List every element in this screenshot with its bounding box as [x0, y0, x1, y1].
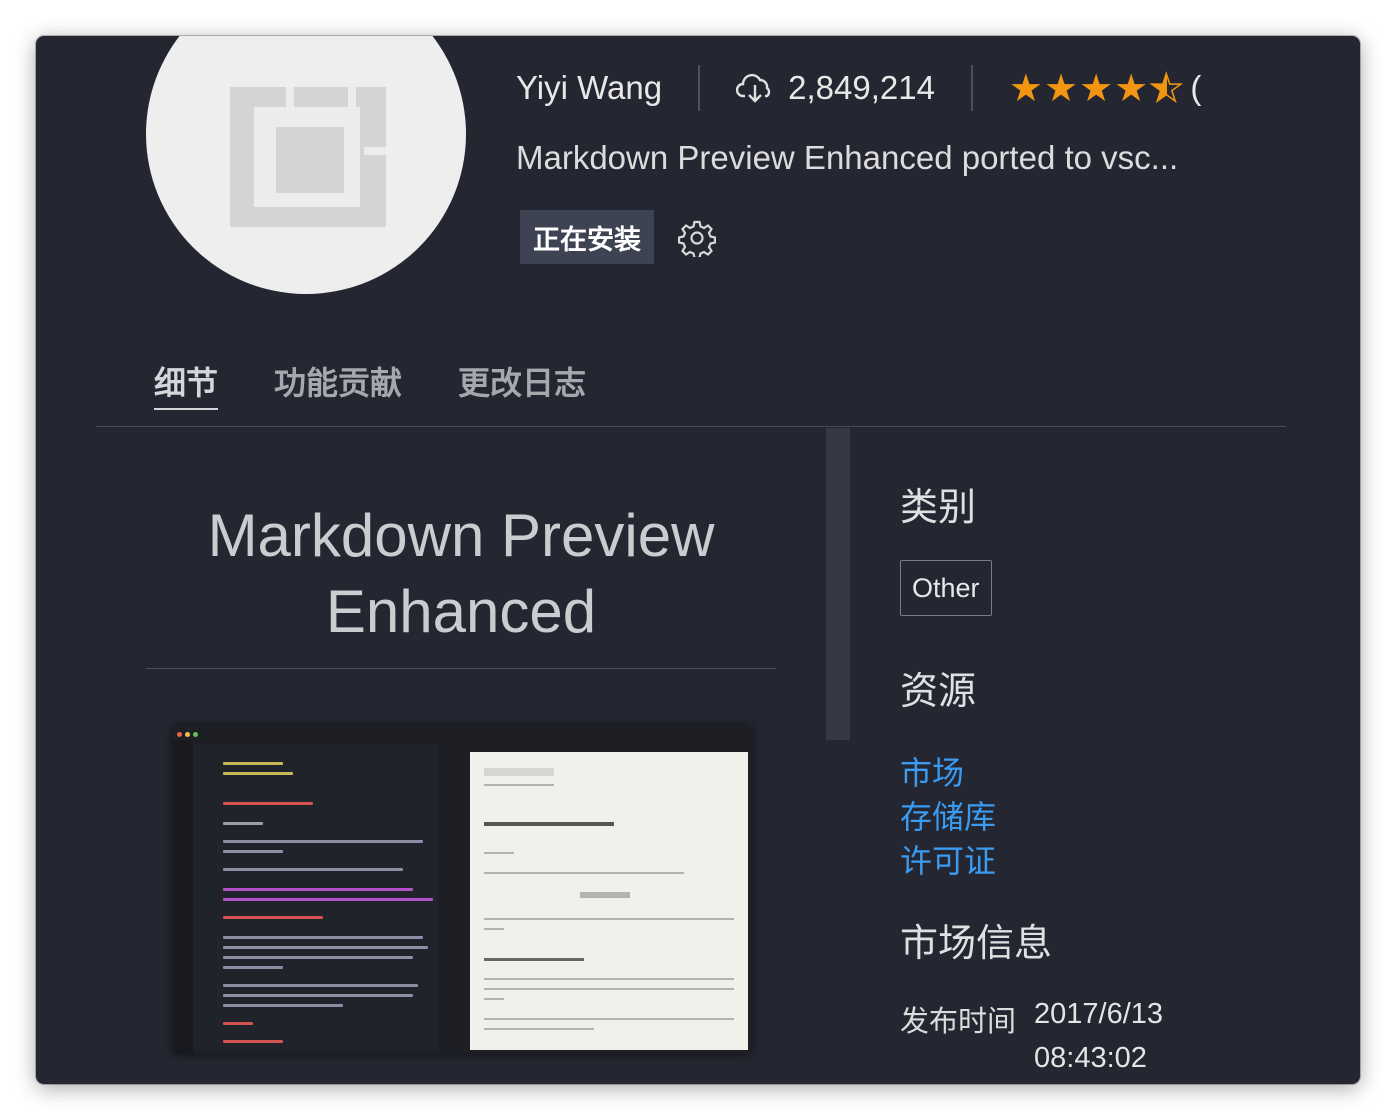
window-dot [177, 732, 182, 737]
tab-divider [96, 426, 1286, 427]
rating-stars[interactable]: ★ ★ ★ ★ ★ ★ ( [1009, 66, 1219, 111]
repository-link[interactable]: 存储库 [900, 792, 996, 838]
half-star-icon: ★ ★ [1148, 67, 1185, 111]
release-date-value: 2017/6/13 [1034, 998, 1164, 1030]
release-date-label: 发布时间 [900, 1006, 1017, 1038]
license-link[interactable]: 许可证 [900, 836, 996, 882]
star-icon: ★ [1008, 67, 1044, 110]
readme-title: Markdown Preview Enhanced [146, 498, 776, 650]
marketplace-link[interactable]: 市场 [900, 748, 964, 794]
cloud-download-icon [736, 73, 771, 103]
star-icon: ★ [1114, 67, 1150, 110]
resources-heading: 资源 [900, 671, 977, 713]
author-link[interactable]: Yiyi Wang [516, 69, 662, 107]
star-icon: ★ [1079, 67, 1115, 110]
release-time-value: 08:43:02 [1034, 1042, 1147, 1074]
tab-changelog[interactable]: 更改日志 [458, 358, 586, 410]
extension-logo-icon [230, 87, 386, 227]
screenshot-activity-bar [173, 740, 193, 1054]
installing-button[interactable]: 正在安装 [520, 210, 654, 264]
readme-title-line: Enhanced [325, 578, 597, 645]
window-dot [185, 732, 190, 737]
screenshot-editor-pane [193, 744, 437, 1050]
readme-divider [146, 668, 776, 669]
extension-details-window: Yiyi Wang 2,849,214 ★ ★ ★ ★ ★ ★ ( Markdo… [36, 36, 1360, 1084]
gear-icon[interactable] [678, 219, 716, 257]
category-tag[interactable]: Other [900, 560, 992, 616]
separator [970, 65, 973, 111]
market-info-heading: 市场信息 [900, 923, 1053, 965]
extension-logo [146, 36, 466, 294]
readme-screenshot-image [173, 726, 751, 1054]
tab-contributions[interactable]: 功能贡献 [274, 358, 402, 410]
categories-heading: 类别 [900, 487, 977, 529]
separator [698, 65, 701, 111]
install-count-value: 2,849,214 [788, 69, 935, 106]
detail-tabs: 细节 功能贡献 更改日志 [154, 358, 586, 410]
extension-header-row: Yiyi Wang 2,849,214 ★ ★ ★ ★ ★ ★ ( [516, 65, 1219, 111]
rating-paren: ( [1190, 69, 1203, 106]
readme-scrollbar[interactable] [826, 428, 850, 740]
star-icon: ★ [1044, 67, 1080, 110]
readme-title-line: Markdown Preview [207, 502, 715, 569]
window-dot [193, 732, 198, 737]
tab-details[interactable]: 细节 [154, 358, 219, 410]
install-count: 2,849,214 [736, 69, 935, 107]
extension-description: Markdown Preview Enhanced ported to vsc.… [516, 139, 1179, 176]
screenshot-preview-pane [470, 752, 748, 1050]
